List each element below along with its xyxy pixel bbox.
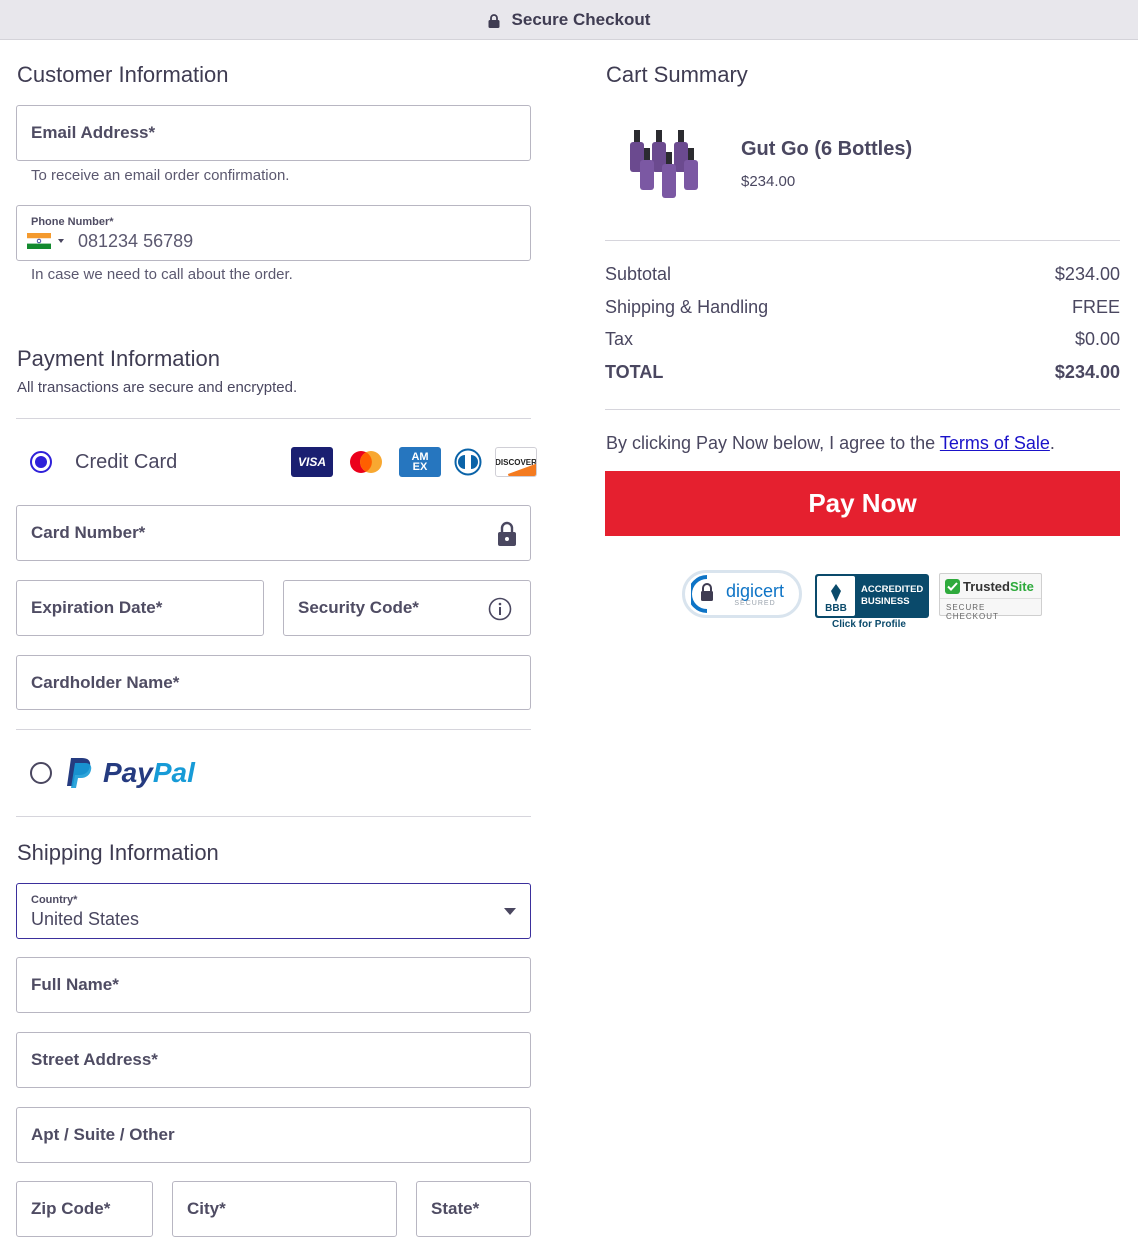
country-label: Country* <box>31 894 78 906</box>
payment-secure-text: All transactions are secure and encrypte… <box>17 379 298 396</box>
email-field[interactable]: Email Address* <box>16 105 531 161</box>
street-address-label: Street Address* <box>31 1050 158 1069</box>
tax-row: Tax $0.00 <box>605 329 1120 350</box>
country-code-selector[interactable] <box>27 233 65 249</box>
paypal-icon <box>67 758 92 788</box>
digicert-badge[interactable]: digicert SECURED <box>682 570 802 618</box>
street-address-field[interactable]: Street Address* <box>16 1032 531 1088</box>
phone-label: Phone Number* <box>31 216 114 228</box>
secure-checkout-bar: Secure Checkout <box>0 0 1138 40</box>
email-label: Email Address* <box>31 123 156 142</box>
trustedsite-badge[interactable]: Trusted Site SECURE CHECKOUT <box>939 573 1042 621</box>
divider <box>16 418 531 419</box>
mastercard-icon <box>345 447 387 477</box>
info-icon[interactable] <box>488 597 512 621</box>
discover-icon: DISCOVER <box>495 447 537 477</box>
paypal-text-pal: Pal <box>152 757 195 788</box>
security-code-label: Security Code* <box>298 598 419 617</box>
terms-agreement: By clicking Pay Now below, I agree to th… <box>606 433 1055 453</box>
divider <box>16 729 531 730</box>
pay-now-button[interactable]: Pay Now <box>605 471 1120 536</box>
paypal-logo[interactable]: Pay Pal <box>65 756 195 790</box>
city-label: City* <box>187 1199 226 1218</box>
zip-code-field[interactable]: Zip Code* <box>16 1181 153 1237</box>
product-name: Gut Go (6 Bottles) <box>741 138 913 160</box>
visa-icon: VISA <box>291 447 333 477</box>
product-price: $234.00 <box>741 173 796 190</box>
payment-info-heading: Payment Information <box>17 346 220 371</box>
total-row: TOTAL $234.00 <box>605 362 1120 383</box>
zip-code-label: Zip Code* <box>31 1199 111 1218</box>
apt-suite-field[interactable]: Apt / Suite / Other <box>16 1107 531 1163</box>
cardholder-name-field[interactable]: Cardholder Name* <box>16 655 531 710</box>
shipping-value: FREE <box>1071 297 1120 317</box>
tax-label: Tax <box>605 329 634 349</box>
bbb-badge[interactable]: BBB ACCREDITED BUSINESS <box>815 574 929 618</box>
subtotal-value: $234.00 <box>1054 264 1120 284</box>
bbb-torch-icon <box>831 584 841 602</box>
state-label: State* <box>431 1199 480 1218</box>
total-value: $234.00 <box>1054 362 1120 382</box>
country-select[interactable]: Country* United States <box>16 883 531 939</box>
expiration-date-field[interactable]: Expiration Date* <box>16 580 264 636</box>
tax-value: $0.00 <box>1074 329 1120 349</box>
email-help-text: To receive an email order confirmation. <box>31 167 290 184</box>
credit-card-radio[interactable] <box>30 451 52 473</box>
bbb-logo: BBB <box>817 576 855 616</box>
paypal-text-pay: Pay <box>103 757 153 788</box>
cardholder-name-label: Cardholder Name* <box>31 672 180 692</box>
digicert-sub: SECURED <box>734 599 776 607</box>
diners-club-icon <box>453 447 483 477</box>
credit-card-label: Credit Card <box>75 451 178 473</box>
terms-of-sale-link[interactable]: Terms of Sale <box>940 433 1050 453</box>
shipping-label: Shipping & Handling <box>605 297 769 317</box>
city-field[interactable]: City* <box>172 1181 397 1237</box>
digicert-text: digicert <box>726 580 785 601</box>
bbb-profile-link[interactable]: Click for Profile <box>832 619 906 630</box>
card-number-label: Card Number* <box>31 523 146 542</box>
product-image <box>630 130 698 198</box>
bbb-line2: BUSINESS <box>861 596 910 607</box>
apt-suite-label: Apt / Suite / Other <box>31 1125 175 1144</box>
divider <box>605 240 1120 241</box>
phone-input-value[interactable]: 081234 56789 <box>78 231 193 252</box>
card-logos: VISA AM EX DISCOVER <box>291 447 537 477</box>
trustedsite-sub: SECURE CHECKOUT <box>946 603 999 621</box>
total-label: TOTAL <box>605 362 664 382</box>
shipping-info-heading: Shipping Information <box>17 840 219 865</box>
phone-field[interactable]: Phone Number* 081234 56789 <box>16 205 531 261</box>
lock-icon <box>498 521 516 546</box>
shipping-row: Shipping & Handling FREE <box>605 297 1120 318</box>
country-value: United States <box>31 909 140 929</box>
state-field[interactable]: State* <box>416 1181 531 1237</box>
lock-icon <box>488 13 500 28</box>
full-name-label: Full Name* <box>31 975 119 994</box>
full-name-field[interactable]: Full Name* <box>16 957 531 1013</box>
amex-icon: AM EX <box>399 447 441 477</box>
page-title: Secure Checkout <box>511 9 651 29</box>
subtotal-row: Subtotal $234.00 <box>605 264 1120 285</box>
divider <box>605 409 1120 410</box>
subtotal-label: Subtotal <box>605 264 672 284</box>
phone-help-text: In case we need to call about the order. <box>31 266 293 283</box>
paypal-radio[interactable] <box>30 762 52 784</box>
checkmark-icon <box>945 579 960 594</box>
card-number-field[interactable]: Card Number* <box>16 505 531 561</box>
caret-down-icon <box>58 239 64 243</box>
expiration-date-label: Expiration Date* <box>31 598 163 617</box>
cart-summary-heading: Cart Summary <box>606 62 748 87</box>
divider <box>16 816 531 817</box>
india-flag-icon <box>27 233 51 249</box>
digicert-lock-icon <box>691 575 713 613</box>
customer-info-heading: Customer Information <box>17 62 229 87</box>
bbb-line1: ACCREDITED <box>861 584 924 595</box>
security-code-field[interactable]: Security Code* <box>283 580 531 636</box>
chevron-down-icon <box>504 908 516 915</box>
